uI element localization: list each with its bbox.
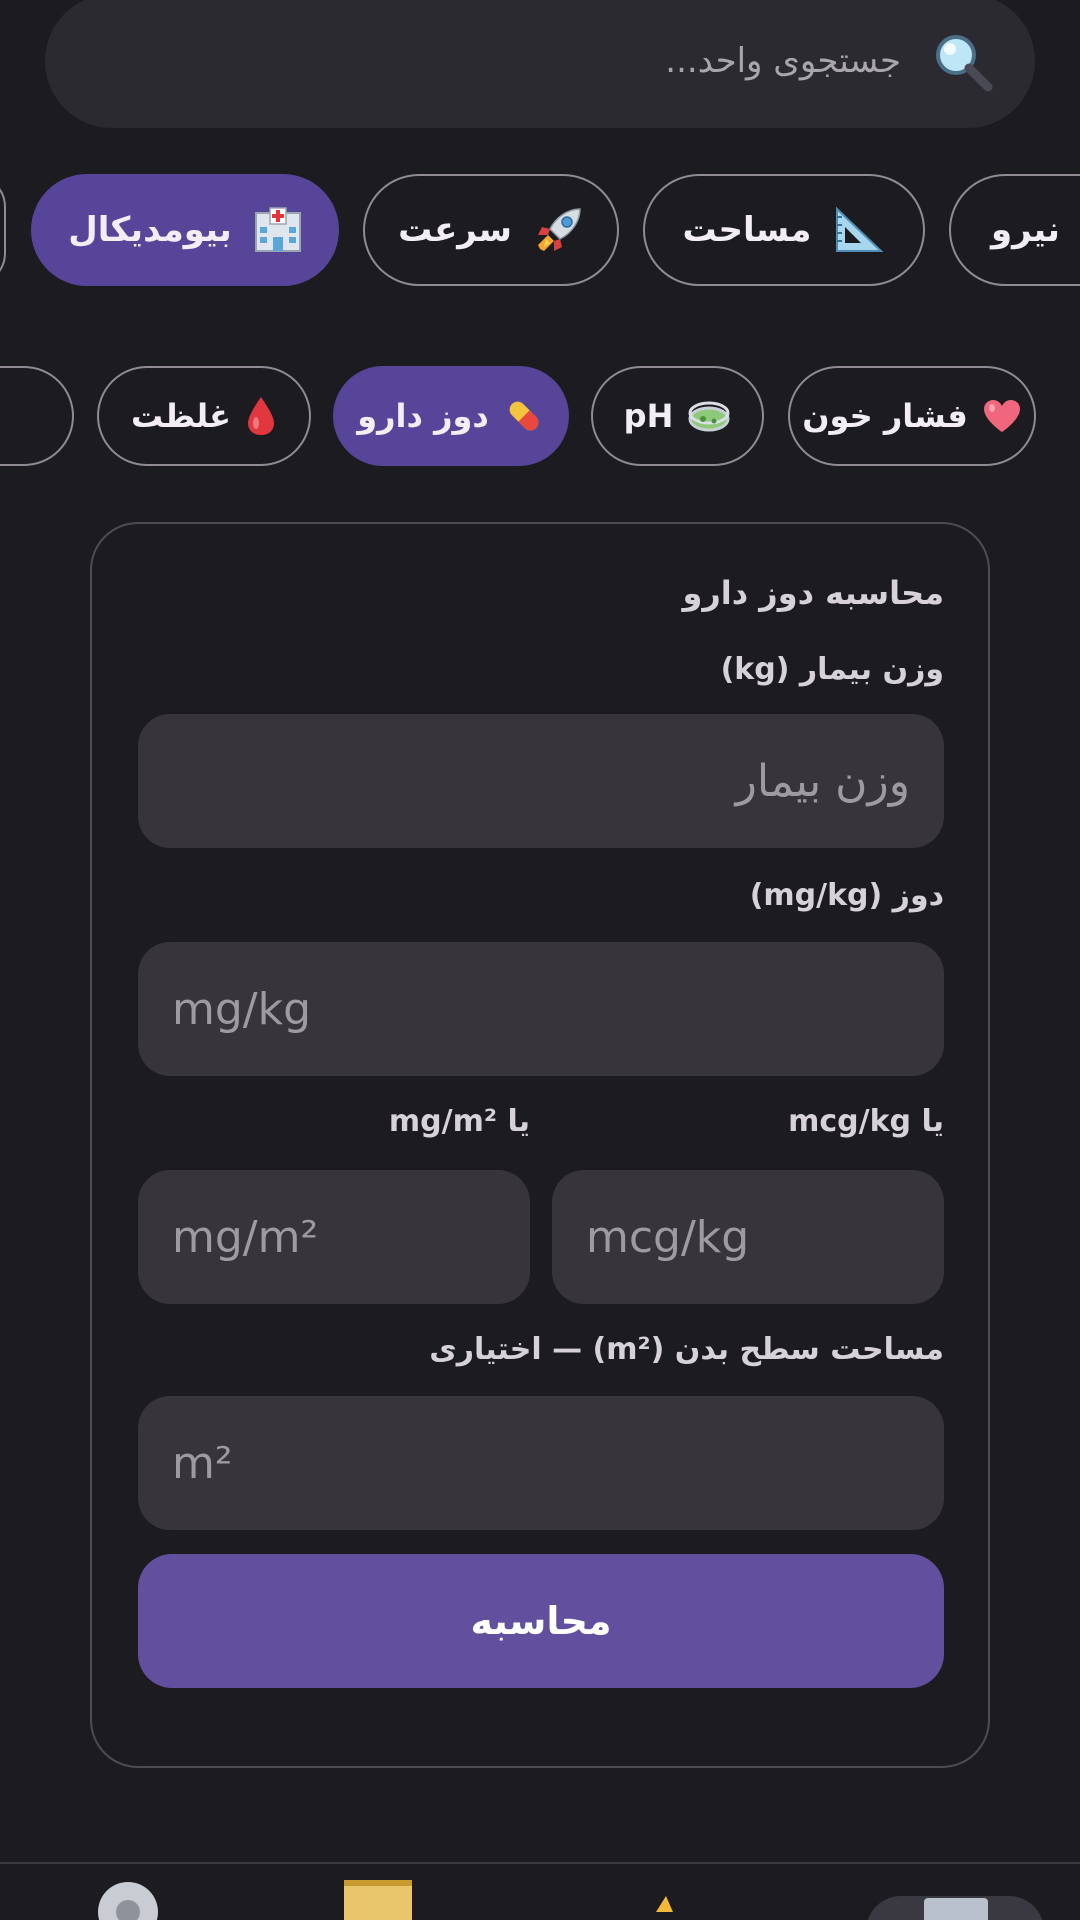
petri-dish-icon <box>687 399 731 433</box>
subcategory-chip-label: pH <box>623 397 674 435</box>
card-title: محاسبه دوز دارو <box>682 574 944 612</box>
calculator-icon <box>918 1876 994 1920</box>
magnifier-icon <box>927 26 997 96</box>
category-chip-label: نیرو <box>991 210 1060 250</box>
dose-mcg-kg-input[interactable] <box>552 1170 944 1304</box>
category-chip-force[interactable]: نیرو <box>949 174 1080 286</box>
search-input[interactable] <box>141 41 901 81</box>
heart-icon <box>982 398 1022 434</box>
nav-item-notes[interactable] <box>338 1876 418 1920</box>
subcategory-chip-drug-dose[interactable]: دوز دارو <box>333 366 569 466</box>
subcategory-chip-hidden[interactable] <box>0 366 74 466</box>
mcg-kg-label: یا mcg/kg <box>788 1104 944 1139</box>
triangle-ruler-icon <box>833 205 885 255</box>
star-icon <box>646 1876 686 1920</box>
category-chip-label: مساحت <box>682 210 812 250</box>
subcategory-chip-label: فشار خون <box>802 397 968 435</box>
rocket-icon <box>534 205 584 255</box>
category-chip-hidden[interactable] <box>0 174 6 286</box>
category-chip-speed[interactable]: سرعت <box>363 174 619 286</box>
subcategory-chips: غلظت دوز دارو pH فشار خون <box>0 364 1080 468</box>
drug-dose-card: محاسبه دوز دارو وزن بیمار (kg) دوز (mg/k… <box>90 522 990 1768</box>
settings-icon <box>92 1876 164 1920</box>
bottom-navigation <box>0 1864 1080 1920</box>
category-chip-label: سرعت <box>398 210 512 250</box>
mg-m2-label: یا mg/m² <box>388 1104 530 1139</box>
subcategory-chip-concentration[interactable]: غلظت <box>97 366 311 466</box>
hospital-icon <box>254 207 302 253</box>
nav-item-favorites[interactable] <box>636 1876 696 1920</box>
drop-of-blood-icon <box>245 395 277 437</box>
bsa-input[interactable] <box>138 1396 944 1530</box>
notes-icon <box>340 1876 416 1920</box>
dose-mg-m2-input[interactable] <box>138 1170 530 1304</box>
category-chip-biomedical[interactable]: بیومدیکال <box>31 174 339 286</box>
nav-item-settings[interactable] <box>88 1876 168 1920</box>
subcategory-chip-label: دوز دارو <box>357 397 489 435</box>
subcategory-chip-ph[interactable]: pH <box>591 366 764 466</box>
pill-icon <box>503 395 545 437</box>
weight-label: وزن بیمار (kg) <box>720 652 944 687</box>
dose-mg-kg-input[interactable] <box>138 942 944 1076</box>
subcategory-chip-blood-pressure[interactable]: فشار خون <box>788 366 1036 466</box>
dose-label: دوز (mg/kg) <box>749 878 944 913</box>
search-bar[interactable] <box>45 0 1035 128</box>
category-chips: بیومدیکال سرعت مساحت نیرو <box>0 172 1080 288</box>
app-screen: بیومدیکال سرعت <box>0 0 1080 1920</box>
bsa-label: مساحت سطح بدن (m²) — اختیاری <box>429 1332 944 1367</box>
subcategory-chip-label: غلظت <box>131 397 231 435</box>
weight-input[interactable] <box>138 714 944 848</box>
calculate-button[interactable]: محاسبه <box>138 1554 944 1688</box>
category-chip-label: بیومدیکال <box>68 210 232 250</box>
nav-item-calculator[interactable] <box>916 1876 996 1920</box>
category-chip-area[interactable]: مساحت <box>643 174 925 286</box>
